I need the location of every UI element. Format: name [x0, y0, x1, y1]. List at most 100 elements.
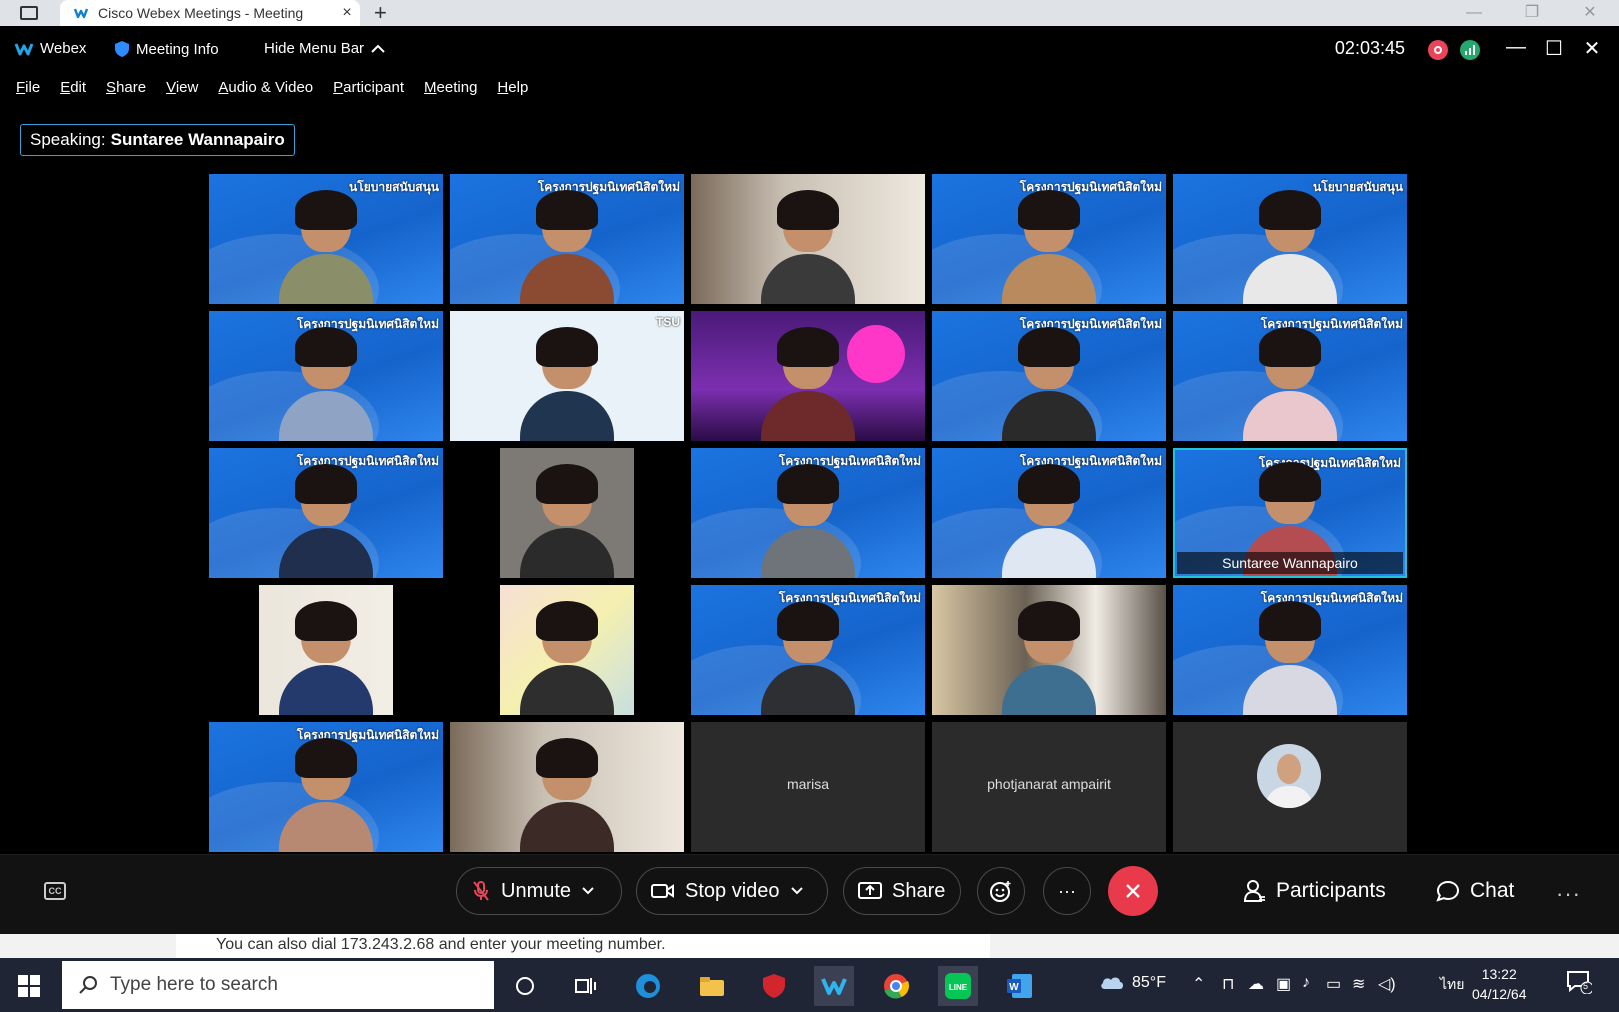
- participant-video: [761, 327, 855, 441]
- participant-video: [520, 190, 614, 304]
- browser-window-controls: — ❐ ✕: [1445, 0, 1619, 26]
- network-health-icon[interactable]: [1460, 40, 1480, 60]
- unmute-button[interactable]: Unmute: [456, 867, 622, 915]
- menu-edit[interactable]: Edit: [50, 78, 96, 108]
- antivirus-shield-icon[interactable]: [754, 966, 794, 1006]
- menu-help[interactable]: Help: [487, 78, 538, 108]
- minimize-icon[interactable]: —: [1497, 36, 1535, 61]
- cortana-icon[interactable]: [505, 966, 545, 1006]
- chat-button[interactable]: Chat: [1436, 867, 1514, 915]
- person-icon: [1244, 880, 1265, 902]
- participant-video-tile[interactable]: โครงการปฐมนิเทศนิสิตใหม่: [691, 448, 925, 578]
- stop-video-button[interactable]: Stop video: [636, 867, 828, 915]
- participants-button[interactable]: Participants: [1244, 867, 1386, 915]
- menu-share[interactable]: Share: [96, 78, 156, 108]
- browser-tab[interactable]: Cisco Webex Meetings - Meeting ×: [60, 0, 360, 26]
- maximize-icon[interactable]: ☐: [1535, 36, 1573, 61]
- leave-meeting-button[interactable]: [1108, 866, 1158, 916]
- dial-in-strip: You can also dial 173.243.2.68 and enter…: [0, 934, 1619, 958]
- microphone-icon[interactable]: ♪: [1302, 974, 1310, 992]
- participant-name: marisa: [786, 776, 829, 792]
- usb-icon[interactable]: ⊓: [1222, 974, 1234, 994]
- input-language[interactable]: ไทย: [1440, 974, 1464, 996]
- participant-video-tile[interactable]: โครงการปฐมนิเทศนิสิตใหม่: [450, 174, 684, 304]
- participant-video-tile[interactable]: [209, 585, 443, 715]
- participant-video-tile[interactable]: [691, 174, 925, 304]
- participant-video-tile[interactable]: โครงการปฐมนิเทศนิสิตใหม่: [932, 448, 1166, 578]
- meet-now-icon[interactable]: ▣: [1276, 974, 1291, 994]
- speaking-label: Speaking:: [30, 130, 106, 149]
- participant-video-tile[interactable]: โครงการปฐมนิเทศนิสิตใหม่: [209, 722, 443, 852]
- chrome-icon[interactable]: [876, 966, 916, 1006]
- participant-video-tile[interactable]: TSU: [450, 311, 684, 441]
- word-icon[interactable]: W: [1000, 966, 1040, 1006]
- browser-maximize-icon[interactable]: ❐: [1503, 0, 1561, 26]
- overflow-menu-icon[interactable]: ···: [1556, 881, 1581, 907]
- participant-video-tile[interactable]: [450, 722, 684, 852]
- file-explorer-icon[interactable]: [692, 966, 732, 1006]
- browser-close-icon[interactable]: ✕: [1561, 0, 1619, 26]
- menu-meeting[interactable]: Meeting: [414, 78, 487, 108]
- tab-actions-icon[interactable]: [20, 6, 38, 20]
- participant-video-tile[interactable]: โครงการปฐมนิเทศนิสิตใหม่ Suntaree Wannapa…: [1173, 448, 1407, 578]
- dial-in-text: You can also dial 173.243.2.68 and enter…: [216, 936, 666, 953]
- more-options-button[interactable]: ···: [1043, 867, 1091, 915]
- taskbar-clock[interactable]: 13:22 04/12/64: [1472, 964, 1527, 1004]
- notification-center-icon[interactable]: 5: [1566, 970, 1594, 999]
- close-window-icon[interactable]: ✕: [1573, 36, 1611, 61]
- letterbox-bar: [634, 448, 684, 578]
- task-view-icon[interactable]: [565, 966, 605, 1006]
- participants-label: Participants: [1276, 879, 1386, 902]
- participant-video-tile[interactable]: [1173, 722, 1407, 852]
- temperature[interactable]: 85°F: [1132, 974, 1166, 992]
- menu-bar: File Edit Share View Audio & Video Parti…: [6, 78, 538, 108]
- webex-favicon-icon: [74, 6, 88, 20]
- participant-video-tile[interactable]: photjanarat ampairit: [932, 722, 1166, 852]
- close-tab-icon[interactable]: ×: [334, 4, 360, 22]
- onedrive-warning-icon[interactable]: ☁: [1248, 974, 1264, 994]
- avatar: [1257, 744, 1321, 808]
- menu-view[interactable]: View: [156, 78, 208, 108]
- meeting-info-button[interactable]: Meeting Info: [114, 40, 219, 58]
- webex-taskbar-icon[interactable]: [814, 966, 854, 1006]
- menu-audio-video[interactable]: Audio & Video: [208, 78, 323, 108]
- participant-video-tile[interactable]: โครงการปฐมนิเทศนิสิตใหม่: [209, 311, 443, 441]
- svg-text:LINE: LINE: [949, 983, 968, 992]
- participant-video-tile[interactable]: นโยบายสนับสนุน: [209, 174, 443, 304]
- participant-video-tile[interactable]: โครงการปฐมนิเทศนิสิตใหม่: [1173, 585, 1407, 715]
- participant-name: photjanarat ampairit: [987, 776, 1111, 792]
- reactions-button[interactable]: [977, 867, 1025, 915]
- participant-video: [761, 190, 855, 304]
- wifi-icon[interactable]: ≋: [1352, 974, 1365, 994]
- participant-video: [279, 464, 373, 578]
- hide-menu-bar-button[interactable]: Hide Menu Bar: [264, 40, 386, 57]
- new-tab-button[interactable]: +: [374, 0, 387, 26]
- battery-icon[interactable]: ▭: [1326, 974, 1341, 994]
- browser-minimize-icon[interactable]: —: [1445, 0, 1503, 26]
- participant-video-tile[interactable]: [932, 585, 1166, 715]
- show-hidden-icons-icon[interactable]: ⌃: [1192, 974, 1205, 994]
- participant-video-tile[interactable]: [691, 311, 925, 441]
- participant-video-tile[interactable]: โครงการปฐมนิเทศนิสิตใหม่: [691, 585, 925, 715]
- participant-video-tile[interactable]: โครงการปฐมนิเทศนิสิตใหม่: [932, 311, 1166, 441]
- participant-video-tile[interactable]: marisa: [691, 722, 925, 852]
- windows-start-icon[interactable]: [18, 975, 40, 997]
- closed-captions-icon[interactable]: CC: [44, 882, 66, 900]
- menu-file[interactable]: File: [6, 78, 50, 108]
- participant-video-tile[interactable]: โครงการปฐมนิเทศนิสิตใหม่: [209, 448, 443, 578]
- participant-video-tile[interactable]: [450, 448, 684, 578]
- share-button[interactable]: Share: [843, 867, 961, 915]
- chevron-down-icon: [790, 887, 803, 895]
- participant-video: [761, 464, 855, 578]
- taskbar-search[interactable]: Type here to search: [62, 961, 494, 1009]
- participant-video-tile[interactable]: [450, 585, 684, 715]
- participant-video-tile[interactable]: นโยบายสนับสนุน: [1173, 174, 1407, 304]
- participant-video-tile[interactable]: โครงการปฐมนิเทศนิสิตใหม่: [1173, 311, 1407, 441]
- participant-video: [1002, 464, 1096, 578]
- line-app-icon[interactable]: LINE: [938, 966, 978, 1006]
- weather-cloud-icon[interactable]: [1098, 972, 1126, 997]
- participant-video-tile[interactable]: โครงการปฐมนิเทศนิสิตใหม่: [932, 174, 1166, 304]
- menu-participant[interactable]: Participant: [323, 78, 414, 108]
- edge-browser-icon[interactable]: [628, 966, 668, 1006]
- volume-icon[interactable]: ◁): [1378, 974, 1396, 994]
